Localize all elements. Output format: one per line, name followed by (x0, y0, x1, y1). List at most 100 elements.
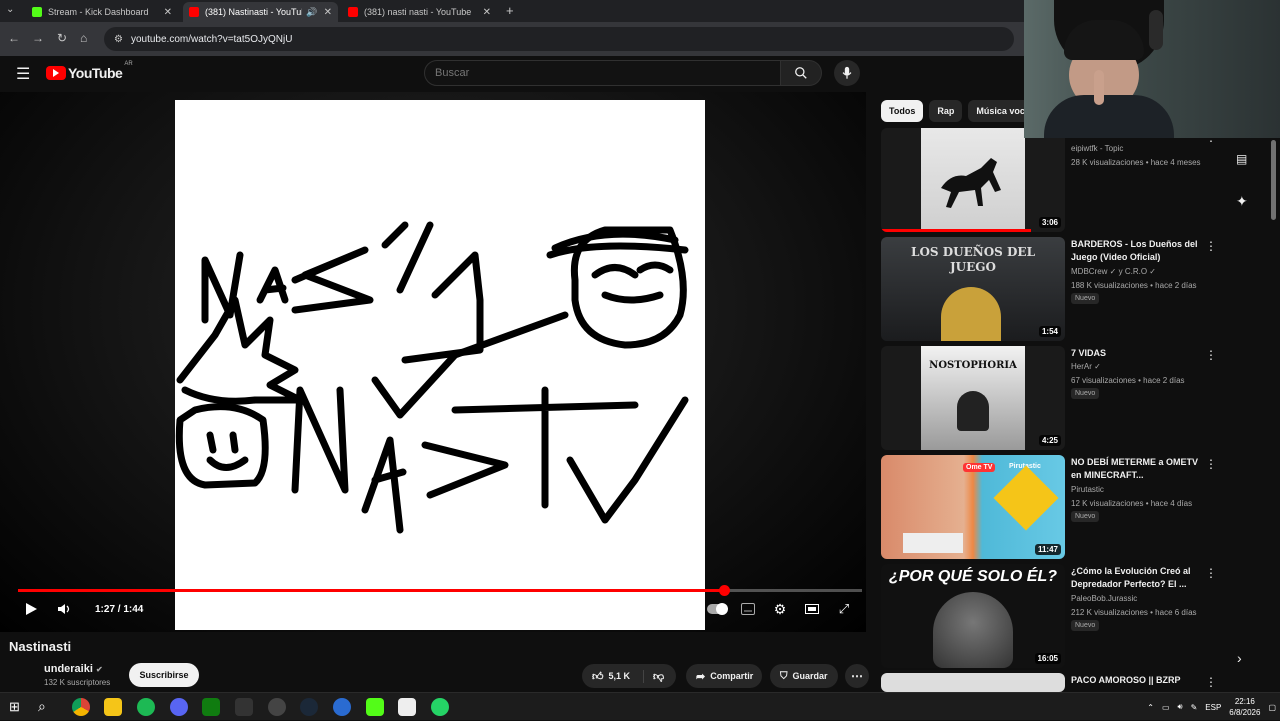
more-vertical-icon[interactable]: ⋮ (1205, 458, 1217, 470)
video-thumbnail[interactable] (881, 673, 1065, 692)
list-item[interactable]: 3:06 eipiwtfk - Topic 28 K visualizacion… (881, 128, 1221, 232)
steam-icon[interactable] (300, 698, 318, 716)
windows-start-icon[interactable]: ⊞ (9, 699, 20, 715)
list-item[interactable]: LOS DUEÑOS DEL JUEGO 1:54 BARDEROS - Los… (881, 237, 1221, 341)
video-thumbnail[interactable]: Ome TV Pirutastic 11:47 (881, 455, 1065, 559)
rec-channel[interactable]: PaleoBob.Jurassic (1071, 594, 1137, 603)
more-actions-button[interactable]: ⋯ (845, 664, 869, 688)
share-button[interactable]: ➦ Compartir (686, 664, 762, 688)
chip-rap[interactable]: Rap (929, 100, 963, 122)
search-input[interactable] (424, 60, 781, 86)
youtube-icon (189, 7, 199, 17)
forward-icon[interactable]: → (32, 31, 44, 45)
autoplay-toggle[interactable] (706, 602, 728, 616)
fullscreen-button[interactable]: ⤢ (835, 600, 853, 618)
more-vertical-icon[interactable]: ⋮ (1205, 567, 1217, 579)
pen-icon[interactable]: ✎ (1191, 703, 1198, 712)
video-frame[interactable] (175, 100, 705, 630)
whatsapp-icon[interactable] (431, 698, 449, 716)
list-item[interactable]: Ome TV Pirutastic 11:47 NO DEBÍ METERME … (881, 455, 1221, 559)
rec-channel[interactable]: Pirutastic (1071, 485, 1104, 494)
more-vertical-icon[interactable]: ⋮ (1205, 676, 1217, 688)
rec-title[interactable]: PACO AMOROSO || BZRP (1071, 674, 1199, 687)
list-item[interactable]: PACO AMOROSO || BZRP ⋮ (881, 673, 1221, 692)
settings-button[interactable]: ⚙ (771, 600, 789, 618)
chevron-right-icon[interactable]: › (1237, 650, 1242, 666)
video-drawing (175, 221, 689, 534)
obs-icon[interactable] (268, 698, 286, 716)
volume-button[interactable] (55, 600, 73, 618)
video-player[interactable]: 1:27 / 1:44 ⚙ ⤢ (0, 92, 866, 632)
file-explorer-icon[interactable] (104, 698, 122, 716)
app-icon[interactable] (398, 698, 416, 716)
rec-channel[interactable]: MDBCrew ✓ y C.R.O ✓ (1071, 267, 1156, 276)
network-icon[interactable]: ▭ (1162, 703, 1170, 712)
voice-search-button[interactable] (834, 60, 860, 86)
close-tab-icon[interactable]: ✕ (324, 7, 332, 18)
list-item[interactable]: NOSTOPHORIA 4:25 7 VIDAS HerAr ✓ 67 visu… (881, 346, 1221, 450)
theater-mode-button[interactable] (803, 600, 821, 618)
rec-title[interactable]: NO DEBÍ METERME a OMETV en MINECRAFT... (1071, 456, 1199, 482)
chip-todos[interactable]: Todos (881, 100, 924, 122)
channel-name[interactable]: underaiki ✔ (44, 663, 103, 675)
search-button[interactable] (781, 60, 822, 86)
notification-icon[interactable]: ▢ (1268, 703, 1276, 712)
rec-channel[interactable]: eipiwtfk - Topic (1071, 144, 1123, 153)
home-icon[interactable]: ⌂ (80, 31, 87, 45)
xbox-icon[interactable] (202, 698, 220, 716)
play-button[interactable] (22, 600, 40, 618)
more-vertical-icon[interactable]: ⋮ (1205, 349, 1217, 361)
video-thumbnail[interactable]: ¿POR QUÉ SOLO ÉL? 16:05 (881, 564, 1065, 668)
reload-icon[interactable]: ↻ (57, 31, 67, 45)
new-tab-button[interactable]: + (506, 3, 514, 18)
subscribe-button[interactable]: Suscribirse (129, 663, 199, 687)
save-button[interactable]: ⛉ Guardar (770, 664, 838, 688)
sparkle-icon[interactable]: ✦ (1236, 193, 1248, 210)
browser-icon[interactable] (333, 698, 351, 716)
progress-bar[interactable] (18, 585, 862, 596)
back-icon[interactable]: ← (8, 31, 20, 45)
rec-meta: 12 K visualizaciones • hace 4 días (1071, 499, 1193, 508)
video-thumbnail[interactable]: 3:06 (881, 128, 1065, 232)
rec-title[interactable]: 7 VIDAS (1071, 347, 1199, 360)
address-bar[interactable]: ⚙ youtube.com/watch?v=tat5OJyQNjU (104, 27, 1014, 51)
kick-icon[interactable] (366, 698, 384, 716)
clock-time: 22:16 (1234, 697, 1255, 706)
scrollbar[interactable] (1271, 140, 1276, 220)
close-tab-icon[interactable]: ✕ (164, 7, 172, 18)
more-vertical-icon[interactable]: ⋮ (1205, 240, 1217, 252)
youtube-logo-text: YouTube (68, 65, 123, 81)
url-text: youtube.com/watch?v=tat5OJyQNjU (130, 33, 293, 45)
rec-channel[interactable]: HerAr ✓ (1071, 362, 1101, 371)
dislike-button[interactable]: 👎︎ (644, 670, 664, 683)
search-icon[interactable]: ⌕ (38, 698, 46, 715)
video-thumbnail[interactable]: NOSTOPHORIA 4:25 (881, 346, 1065, 450)
youtube-logo[interactable]: YouTube AR (46, 61, 133, 81)
chat-icon[interactable]: ▤ (1236, 152, 1247, 166)
clock[interactable]: 22:16 6/8/2026 (1229, 696, 1260, 718)
rec-title[interactable]: ¿Cómo la Evolución Creó al Depredador Pe… (1071, 565, 1199, 591)
chrome-icon[interactable] (72, 698, 90, 716)
site-info-icon[interactable]: ⚙ (114, 34, 123, 45)
spotify-icon[interactable] (137, 698, 155, 716)
list-item[interactable]: ¿POR QUÉ SOLO ÉL? 16:05 ¿Cómo la Evoluci… (881, 564, 1221, 668)
speaker-icon[interactable]: 🔊 (306, 7, 317, 18)
discord-icon[interactable] (170, 698, 188, 716)
close-tab-icon[interactable]: ✕ (483, 7, 491, 18)
progress-scrubber[interactable] (718, 585, 730, 596)
tab-kick-dashboard[interactable]: Stream - Kick Dashboard ✕ (26, 2, 178, 22)
subtitles-button[interactable] (739, 600, 757, 618)
chevron-up-icon[interactable]: ⌃ (1147, 703, 1154, 712)
rec-title[interactable]: BARDEROS - Los Dueños del Juego (Video O… (1071, 238, 1199, 264)
tab-nasti-nasti[interactable]: (381) nasti nasti - YouTube ✕ (342, 2, 497, 22)
avatar[interactable] (9, 661, 35, 687)
epic-games-icon[interactable] (235, 698, 253, 716)
video-thumbnail[interactable]: LOS DUEÑOS DEL JUEGO 1:54 (881, 237, 1065, 341)
menu-icon[interactable]: ☰ (16, 64, 30, 84)
youtube-play-logo-icon (46, 66, 66, 80)
like-button[interactable]: 👍︎ 5,1 K (582, 669, 644, 683)
tab-list-icon[interactable]: ⌄ (6, 4, 14, 15)
tab-nastinasti[interactable]: (381) Nastinasti - YouTube 🔊 ✕ (183, 2, 338, 22)
volume-icon[interactable]: 🔊︎ (1178, 702, 1183, 712)
language-indicator[interactable]: ESP (1205, 703, 1221, 712)
